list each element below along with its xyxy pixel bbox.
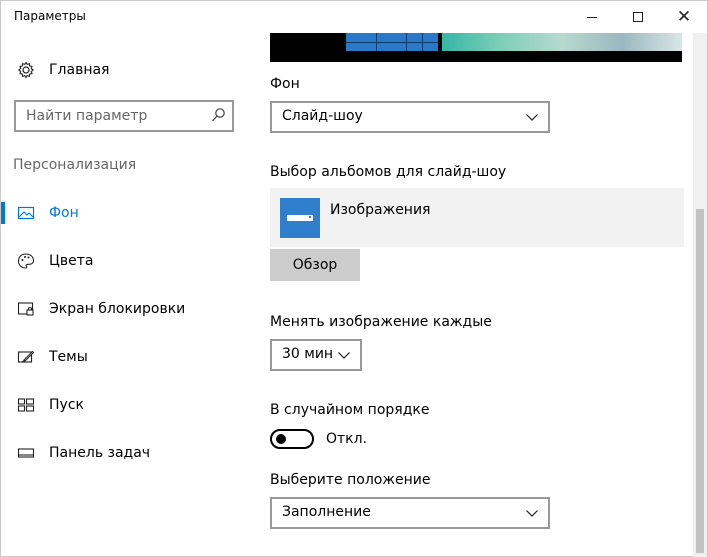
- background-preview: [270, 33, 682, 62]
- chevron-down-icon: [338, 352, 350, 359]
- shuffle-toggle[interactable]: [270, 429, 314, 449]
- interval-dropdown[interactable]: 30 мин: [270, 339, 362, 371]
- interval-label: Менять изображение каждые: [270, 314, 492, 330]
- sidebar-item-background[interactable]: Фон: [1, 193, 249, 233]
- section-title: Персонализация: [13, 157, 137, 173]
- search-box[interactable]: [14, 100, 234, 132]
- sidebar: Главная Персонализация Фон: [1, 33, 249, 557]
- albums-label: Выбор альбомов для слайд-шоу: [270, 164, 507, 180]
- sidebar-item-label: Фон: [49, 205, 79, 221]
- position-label: Выберите положение: [270, 472, 431, 488]
- scrollbar[interactable]: [693, 33, 707, 557]
- toggle-knob: [276, 434, 286, 444]
- chevron-down-icon: [526, 114, 538, 121]
- minimize-icon: [587, 16, 597, 18]
- sidebar-item-lock-screen[interactable]: Экран блокировки: [1, 289, 249, 329]
- sidebar-item-themes[interactable]: Темы: [1, 337, 249, 377]
- position-dropdown[interactable]: Заполнение: [270, 497, 550, 529]
- folder-icon: [280, 198, 320, 238]
- sidebar-item-label: Темы: [49, 349, 88, 365]
- search-icon[interactable]: [210, 107, 226, 125]
- sidebar-item-label: Экран блокировки: [49, 301, 186, 317]
- settings-window: Параметры ✕ Главная Персонализация: [0, 0, 708, 557]
- position-value: Заполнение: [282, 504, 371, 520]
- window-title: Параметры: [14, 9, 86, 23]
- chevron-down-icon: [526, 510, 538, 517]
- start-tiles-icon: [17, 398, 35, 412]
- maximize-button[interactable]: [615, 1, 661, 33]
- sidebar-item-start[interactable]: Пуск: [1, 385, 249, 425]
- maximize-icon: [633, 12, 643, 22]
- browse-button[interactable]: Обзор: [270, 249, 360, 281]
- taskbar-icon: [17, 448, 35, 458]
- background-value: Слайд-шоу: [282, 108, 363, 124]
- background-dropdown[interactable]: Слайд-шоу: [270, 101, 550, 133]
- sidebar-item-colors[interactable]: Цвета: [1, 241, 249, 281]
- lock-screen-icon: [17, 302, 34, 316]
- gear-icon: [17, 61, 35, 79]
- sidebar-item-label: Пуск: [49, 397, 84, 413]
- sidebar-item-label: Цвета: [49, 253, 94, 269]
- background-label: Фон: [270, 76, 300, 92]
- home-label: Главная: [49, 62, 110, 78]
- picture-icon: [17, 206, 35, 220]
- preview-start-tiles: [346, 33, 438, 51]
- preview-wallpaper: [442, 33, 682, 51]
- palette-icon: [17, 253, 35, 269]
- sidebar-item-taskbar[interactable]: Панель задач: [1, 433, 249, 473]
- close-icon: ✕: [676, 6, 692, 27]
- shuffle-state: Откл.: [326, 431, 368, 447]
- album-name: Изображения: [330, 202, 431, 218]
- main-content: Фон Слайд-шоу Выбор альбомов для слайд-ш…: [249, 33, 693, 557]
- album-item[interactable]: Изображения: [270, 188, 684, 247]
- title-bar: Параметры ✕: [1, 1, 707, 33]
- interval-value: 30 мин: [282, 346, 334, 362]
- scrollbar-thumb[interactable]: [696, 209, 704, 553]
- search-input[interactable]: [26, 107, 206, 125]
- active-indicator: [1, 202, 5, 224]
- shuffle-label: В случайном порядке: [270, 402, 430, 418]
- brush-icon: [17, 350, 35, 363]
- home-link[interactable]: Главная: [17, 61, 109, 79]
- sidebar-item-label: Панель задач: [49, 445, 151, 461]
- minimize-button[interactable]: [569, 1, 615, 33]
- close-button[interactable]: ✕: [661, 1, 707, 33]
